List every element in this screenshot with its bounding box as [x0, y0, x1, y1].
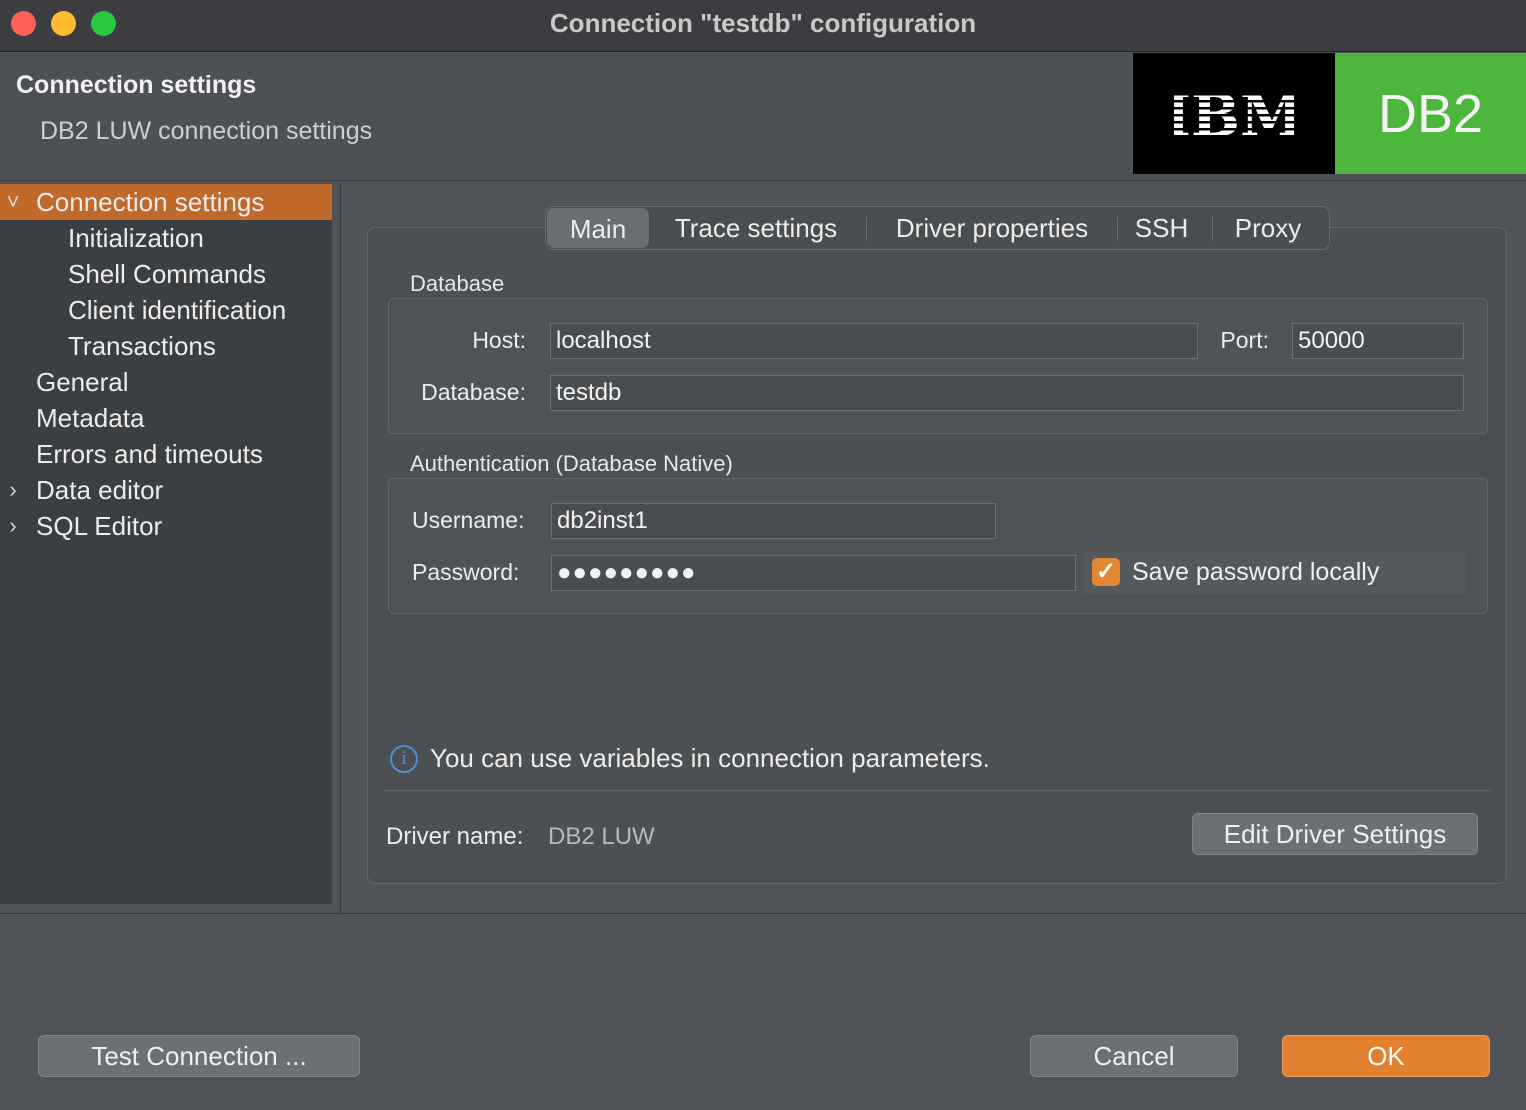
tree-item-label: SQL Editor	[36, 511, 163, 541]
tree-item-label: Metadata	[36, 403, 145, 433]
header-subtitle: DB2 LUW connection settings	[40, 117, 373, 145]
chevron-down-icon[interactable]: ˅	[4, 184, 22, 220]
tab-trace-settings[interactable]: Trace settings	[652, 207, 860, 249]
database-group	[388, 298, 1488, 434]
tab-driver-properties[interactable]: Driver properties	[872, 207, 1112, 249]
tree-item-label: Transactions	[68, 331, 216, 361]
ibm-logo-graphic: IBM	[1174, 88, 1294, 140]
tree-item-general[interactable]: General	[0, 364, 332, 400]
cancel-button[interactable]: Cancel	[1030, 1035, 1238, 1077]
username-label: Username:	[412, 507, 525, 533]
tree-item-data-editor[interactable]: › Data editor	[0, 472, 332, 508]
chevron-right-icon[interactable]: ›	[4, 508, 22, 544]
tree-item-transactions[interactable]: Transactions	[0, 328, 332, 364]
tree-item-label: General	[36, 367, 129, 397]
port-label: Port:	[1220, 327, 1269, 353]
tree-item-label: Shell Commands	[68, 259, 266, 289]
tree-item-label: Connection settings	[36, 187, 265, 217]
ibm-logo: IBM	[1133, 53, 1335, 174]
database-label: Database:	[421, 379, 526, 405]
tree-item-label: Errors and timeouts	[36, 439, 263, 469]
tab-separator	[1117, 217, 1118, 241]
tree-item-initialization[interactable]: Initialization	[0, 220, 332, 256]
settings-tree: ˅ Connection settings Initialization She…	[0, 184, 332, 904]
tab-main[interactable]: Main	[547, 208, 649, 248]
divider	[383, 790, 1491, 791]
tree-item-errors-and-timeouts[interactable]: Errors and timeouts	[0, 436, 332, 472]
host-label: Host:	[472, 327, 526, 353]
title-bar: Connection "testdb" configuration	[0, 0, 1526, 52]
info-text: You can use variables in connection para…	[430, 743, 990, 773]
tab-bar: Main Trace settings Driver properties SS…	[545, 206, 1330, 250]
tab-separator	[1212, 217, 1213, 241]
header-title: Connection settings	[16, 71, 257, 99]
database-input[interactable]: testdb	[550, 375, 1464, 411]
edit-driver-settings-button[interactable]: Edit Driver Settings	[1192, 813, 1478, 855]
username-input[interactable]: db2inst1	[551, 503, 996, 539]
driver-name-value: DB2 LUW	[548, 823, 655, 850]
footer-divider	[0, 913, 1526, 914]
tree-item-connection-settings[interactable]: ˅ Connection settings	[0, 184, 332, 220]
tree-item-label: Client identification	[68, 295, 287, 325]
tree-item-label: Data editor	[36, 475, 164, 505]
dialog-header: Connection settings DB2 LUW connection s…	[0, 53, 1526, 181]
tab-ssh[interactable]: SSH	[1124, 207, 1199, 249]
tree-item-metadata[interactable]: Metadata	[0, 400, 332, 436]
password-label: Password:	[412, 559, 520, 585]
tree-item-label: Initialization	[68, 223, 204, 253]
save-password-checkbox[interactable]: ✓	[1092, 558, 1120, 586]
password-input[interactable]: ●●●●●●●●●	[551, 555, 1076, 591]
info-icon: i	[390, 745, 418, 773]
database-group-label: Database	[410, 271, 505, 296]
chevron-right-icon[interactable]: ›	[4, 472, 22, 508]
test-connection-button[interactable]: Test Connection ...	[38, 1035, 360, 1077]
tree-item-client-identification[interactable]: Client identification	[0, 292, 332, 328]
ok-button[interactable]: OK	[1282, 1035, 1490, 1077]
tab-proxy[interactable]: Proxy	[1219, 207, 1317, 249]
db2-logo: DB2	[1335, 53, 1526, 174]
window-title: Connection "testdb" configuration	[549, 8, 977, 38]
auth-group-label: Authentication (Database Native)	[410, 451, 733, 476]
sidebar-splitter[interactable]	[340, 184, 341, 914]
tab-separator	[866, 217, 867, 241]
host-input[interactable]: localhost	[550, 323, 1198, 359]
svg-text:IBM: IBM	[1174, 88, 1294, 140]
driver-name-label: Driver name:	[386, 823, 524, 850]
save-password-label[interactable]: Save password locally	[1132, 558, 1379, 587]
tree-item-sql-editor[interactable]: › SQL Editor	[0, 508, 332, 544]
tree-item-shell-commands[interactable]: Shell Commands	[0, 256, 332, 292]
port-input[interactable]: 50000	[1292, 323, 1464, 359]
